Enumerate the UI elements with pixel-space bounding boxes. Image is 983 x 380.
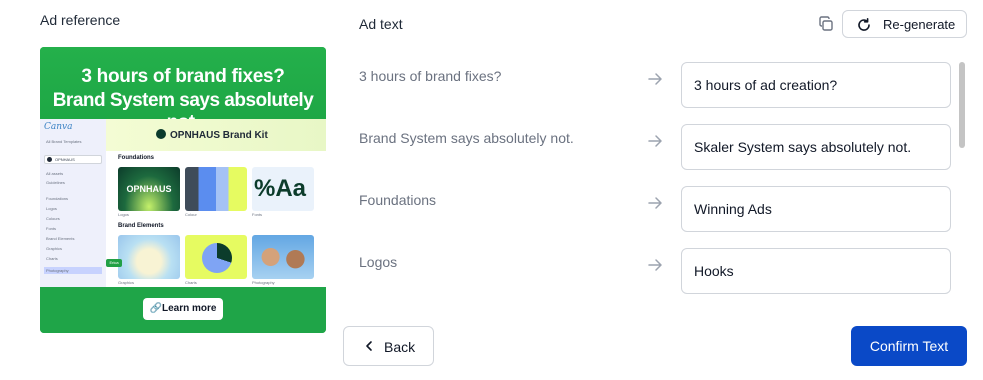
ad-sidebar-item: Foundations (46, 196, 69, 201)
pie-chart-icon (202, 243, 232, 273)
copy-icon (819, 16, 833, 31)
text-mapping-row: 3 hours of brand fixes? (343, 52, 955, 108)
ad-app-logo: Canva (44, 122, 73, 132)
ad-caption-logos: Logos (118, 212, 129, 217)
text-mapping-row: Brand System says absolutely not. (343, 114, 955, 170)
ad-learn-more-cta: 🔗Learn more (143, 298, 223, 320)
ad-sidebar-item: All assets (46, 171, 64, 176)
original-text: Foundations (359, 192, 437, 208)
ad-caption-fonts: Fonts (252, 212, 263, 217)
ad-tile-fonts: %Aa (252, 167, 314, 211)
ad-edit-badge: Erica (106, 259, 122, 267)
original-text: 3 hours of brand fixes? (359, 68, 502, 84)
ad-sidebar-item: Graphics (46, 246, 63, 251)
regenerate-label: Re-generate (883, 17, 956, 32)
arrow-right-icon (648, 259, 662, 271)
ad-sidebar-item: Guidelines (46, 180, 65, 185)
ad-headline-band: 3 hours of brand fixes? Brand System say… (40, 47, 326, 133)
ad-text-editor: Ad reference 3 hours of brand fixes? Bra… (0, 0, 983, 380)
ad-sidebar-item: OPNHAUS (55, 157, 75, 162)
arrow-right-icon (648, 197, 662, 209)
ad-sidebar-item: All Brand Templates (46, 139, 82, 144)
scrollbar-thumb[interactable] (959, 62, 965, 148)
ad-tile-graphics (118, 235, 180, 279)
ad-tile-colour (185, 167, 247, 211)
ad-caption-colour: Colour (185, 212, 197, 217)
replacement-text-input[interactable] (681, 124, 951, 170)
ad-screenshot: Canva All Brand Templates OPNHAUS All as… (40, 119, 326, 287)
refresh-icon (858, 18, 870, 31)
ad-section-foundations: Foundations (118, 155, 154, 161)
original-text: Logos (359, 254, 398, 270)
ad-kit-header: OPNHAUS Brand Kit (106, 119, 326, 151)
ad-reference-image: 3 hours of brand fixes? Brand System say… (40, 47, 326, 333)
replacement-text-input[interactable] (681, 248, 951, 294)
brand-dot-icon (47, 157, 52, 162)
confirm-text-button[interactable]: Confirm Text (851, 326, 967, 366)
text-mapping-row: Logos (343, 238, 955, 294)
original-text: Brand System says absolutely not. (359, 130, 574, 146)
ad-sidebar-item: Colours (46, 216, 60, 221)
text-mapping-list[interactable]: 3 hours of brand fixes? Brand System say… (343, 52, 955, 295)
ad-caption-charts: Charts (185, 280, 197, 285)
ad-text-label: Ad text (359, 16, 403, 32)
arrow-right-icon (648, 135, 662, 147)
ad-section-brand-elements: Brand Elements (118, 223, 164, 229)
ad-sidebar: Canva All Brand Templates OPNHAUS All as… (40, 119, 106, 287)
ad-headline-line1: 3 hours of brand fixes? (81, 66, 285, 87)
ad-tile-charts (185, 235, 247, 279)
ad-sidebar-select: OPNHAUS (44, 155, 102, 164)
brand-logo-icon (156, 129, 166, 139)
regenerate-button[interactable]: Re-generate (842, 10, 967, 38)
ad-sidebar-item: Logos (46, 206, 57, 211)
ad-kit-title-text: OPNHAUS Brand Kit (170, 130, 268, 141)
ad-kit-title: OPNHAUS Brand Kit (156, 129, 268, 141)
ad-caption-photography: Photography (252, 280, 275, 285)
chevron-left-icon (366, 341, 372, 351)
ad-sidebar-item: Brand Elements (46, 236, 75, 241)
back-label: Back (384, 339, 416, 355)
ad-sidebar-item: Photography (46, 268, 69, 273)
ad-sidebar-item: Fonts (46, 226, 57, 231)
ad-footer-band: 🔗Learn more (40, 287, 326, 333)
replacement-text-input[interactable] (681, 186, 951, 232)
text-mapping-row: Foundations (343, 176, 955, 232)
copy-button[interactable] (816, 14, 836, 34)
ad-sidebar-item: Charts (46, 256, 58, 261)
arrow-right-icon (648, 73, 662, 85)
ad-tile-logo: OPNHAUS (118, 167, 180, 211)
ad-reference-label: Ad reference (40, 12, 121, 28)
ad-caption-graphics: Graphics (118, 280, 135, 285)
ad-tile-photography (252, 235, 314, 279)
ad-brand-kit: OPNHAUS Brand Kit Foundations OPNHAUS %A… (106, 119, 326, 287)
replacement-text-input[interactable] (681, 62, 951, 108)
back-button[interactable]: Back (343, 326, 434, 366)
